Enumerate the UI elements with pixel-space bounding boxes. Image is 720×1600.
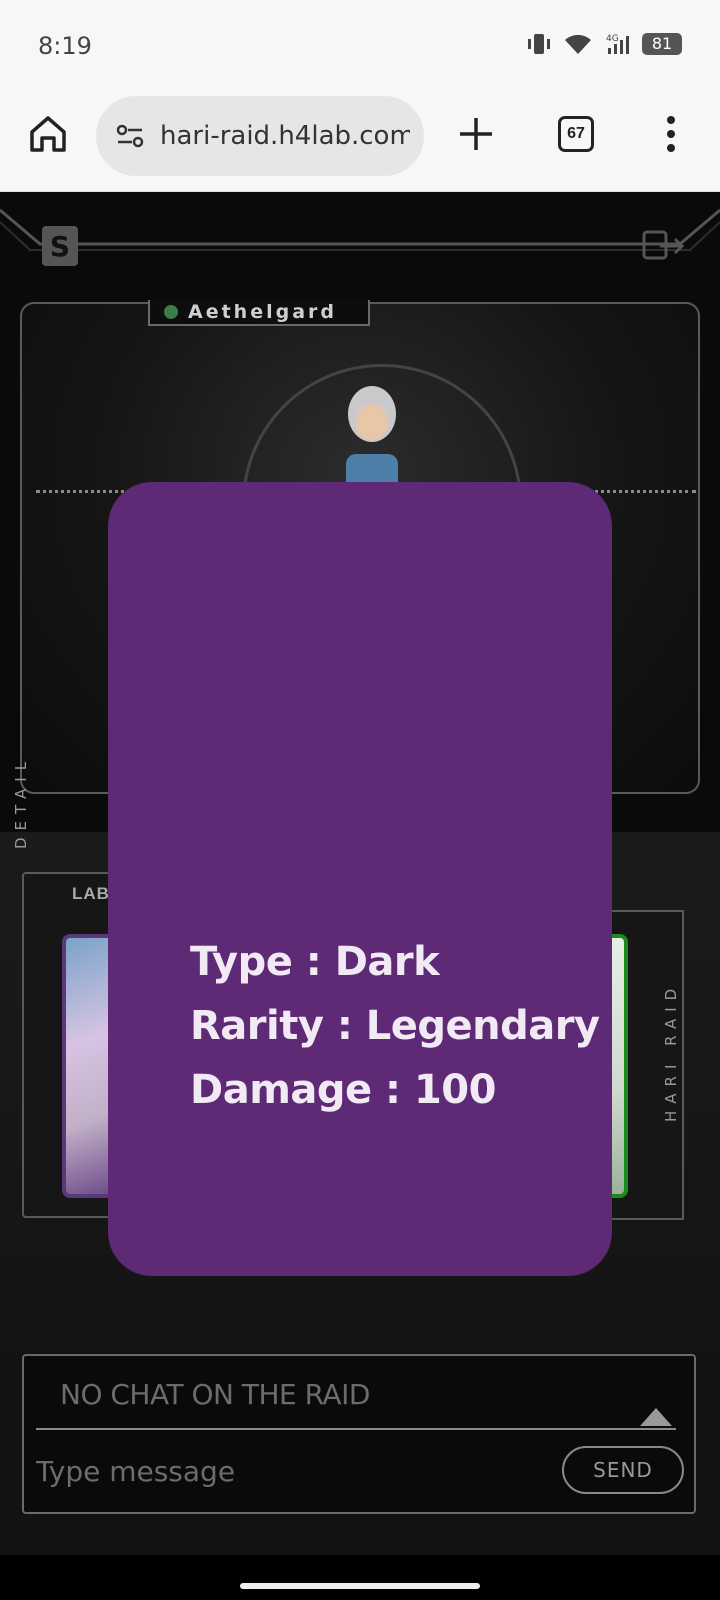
left-card-panel: LAB <box>22 872 118 1218</box>
svg-text:4G: 4G <box>606 34 619 44</box>
chat-divider <box>36 1428 676 1430</box>
tabs-icon[interactable]: 67 <box>558 116 594 152</box>
region-name: Aethelgard <box>188 301 337 323</box>
logout-icon[interactable] <box>640 224 686 264</box>
chat-expand-toggle[interactable] <box>640 1408 672 1426</box>
region-status-dot <box>164 305 178 319</box>
card-rarity: Rarity : Legendary <box>190 1003 600 1049</box>
card-detail-modal[interactable]: Type : Dark Rarity : Legendary Damage : … <box>108 482 612 1276</box>
hero-character[interactable] <box>322 374 422 494</box>
card-stats: Type : Dark Rarity : Legendary Damage : … <box>190 930 600 1122</box>
svg-text:S: S <box>50 230 70 263</box>
home-indicator[interactable] <box>240 1583 480 1589</box>
hari-raid-side-tab[interactable]: HARI RAID <box>662 972 692 1132</box>
chat-panel: NO CHAT ON THE RAID SEND <box>22 1354 696 1514</box>
signal-icon: 4G <box>606 34 629 54</box>
lab-label: LAB <box>72 884 110 903</box>
s-logo-icon[interactable]: S <box>40 224 80 268</box>
plus-icon[interactable] <box>454 112 498 156</box>
card-damage: Damage : 100 <box>190 1067 496 1113</box>
send-button[interactable]: SEND <box>562 1446 684 1494</box>
status-bar: 8:19 4G 81 <box>0 0 720 92</box>
status-time: 8:19 <box>38 32 92 60</box>
top-frame <box>0 208 720 251</box>
browser-toolbar: hari-raid.h4lab.com/ 67 <box>0 92 720 192</box>
url-text[interactable]: hari-raid.h4lab.com/ <box>160 121 410 151</box>
region-tag: Aethelgard <box>148 300 370 326</box>
kebab-menu-icon[interactable] <box>656 112 686 156</box>
address-bar[interactable]: hari-raid.h4lab.com/ <box>96 96 424 176</box>
battery-icon: 81 <box>642 33 682 55</box>
chat-empty-message: NO CHAT ON THE RAID <box>60 1378 370 1411</box>
chat-message-input[interactable] <box>36 1444 546 1498</box>
wifi-icon <box>565 34 591 54</box>
vibrate-icon <box>528 34 550 54</box>
home-icon[interactable] <box>26 112 70 156</box>
system-nav-bar <box>0 1555 720 1600</box>
tune-icon[interactable] <box>114 120 146 152</box>
detail-side-tab[interactable]: DETAIL <box>12 732 42 872</box>
status-icons: 4G 81 <box>526 32 682 56</box>
card-type: Type : Dark <box>190 939 440 985</box>
